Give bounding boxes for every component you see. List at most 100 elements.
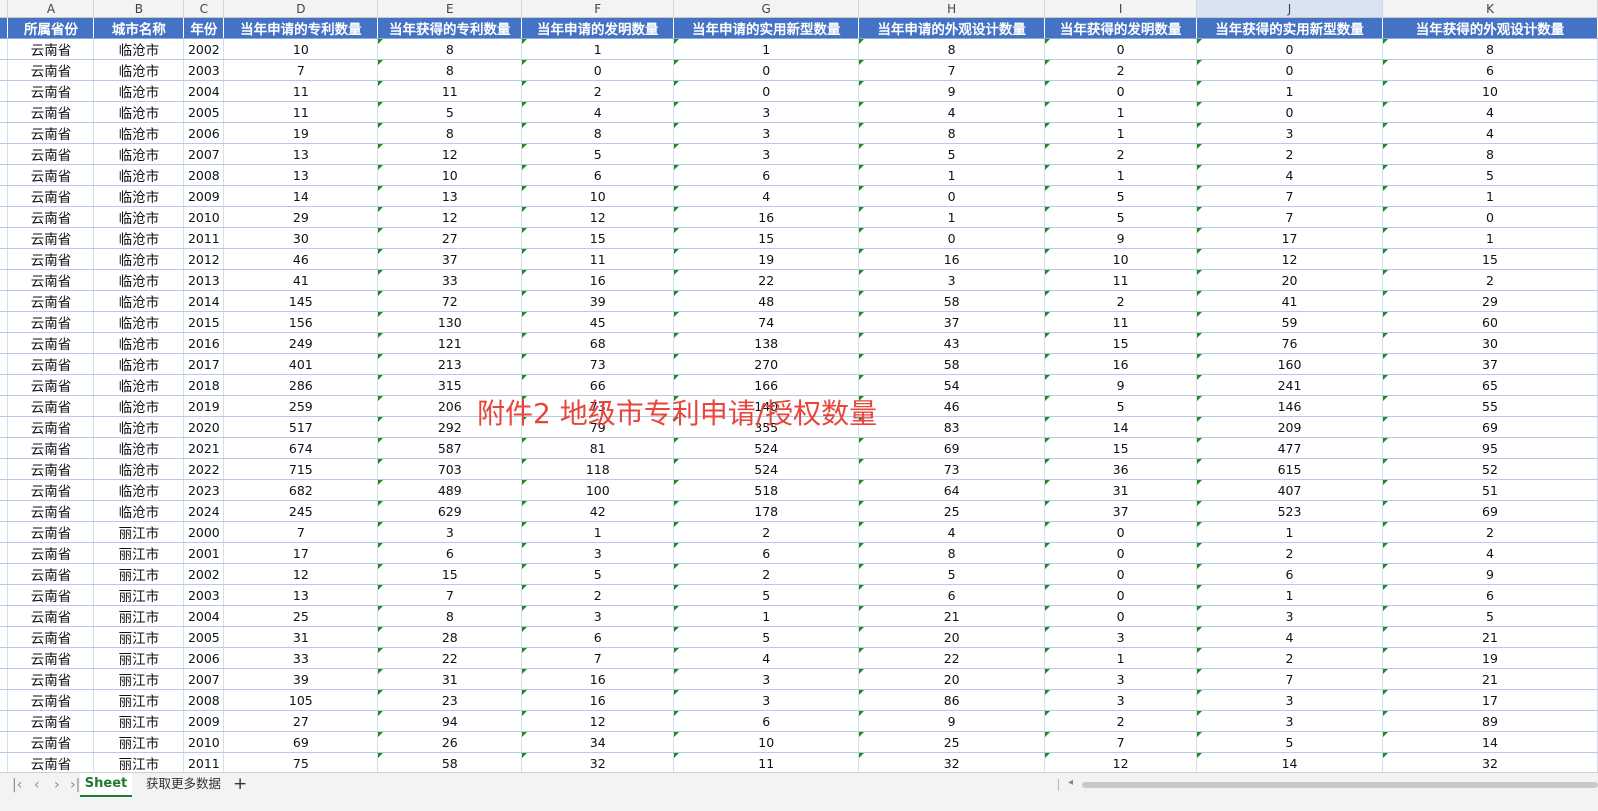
table-cell[interactable]: 489 [377,479,523,501]
select-all-corner[interactable] [0,0,9,18]
table-cell[interactable]: 83 [858,416,1046,438]
table-cell[interactable]: 0 [1044,584,1198,606]
table-cell[interactable]: 17 [1382,689,1598,711]
table-cell[interactable]: 临沧市 [93,269,185,291]
table-cell[interactable]: 云南省 [7,416,95,438]
table-cell[interactable]: 云南省 [7,395,95,417]
table-cell[interactable]: 2011 [183,227,225,249]
table-cell[interactable]: 云南省 [7,38,95,60]
table-cell[interactable]: 1 [1044,101,1198,123]
table-cell[interactable]: 12 [1044,752,1198,774]
table-cell[interactable]: 25 [223,605,379,627]
table-cell[interactable]: 2012 [183,248,225,270]
table-cell[interactable]: 41 [1196,290,1383,312]
table-cell[interactable]: 32 [1382,752,1598,774]
table-cell[interactable]: 2009 [183,185,225,207]
table-cell[interactable]: 0 [1196,38,1383,60]
table-cell[interactable]: 3 [1044,689,1198,711]
table-cell[interactable]: 16 [858,248,1046,270]
table-cell[interactable]: 7 [1196,185,1383,207]
table-cell[interactable]: 3 [858,269,1046,291]
table-cell[interactable]: 临沧市 [93,143,185,165]
table-cell[interactable]: 1 [1382,227,1598,249]
table-cell[interactable]: 95 [1382,437,1598,459]
table-cell[interactable]: 5 [673,626,860,648]
table-cell[interactable]: 4 [858,101,1046,123]
table-cell[interactable]: 20 [1196,269,1383,291]
table-cell[interactable]: 云南省 [7,80,95,102]
table-cell[interactable]: 丽江市 [93,647,185,669]
table-cell[interactable]: 37 [1382,353,1598,375]
first-sheet-icon[interactable]: |‹ [12,777,22,793]
table-cell[interactable]: 22 [377,647,523,669]
table-cell[interactable]: 云南省 [7,59,95,81]
table-cell[interactable]: 39 [223,668,379,690]
table-cell[interactable]: 12 [1196,248,1383,270]
table-cell[interactable]: 0 [858,185,1046,207]
table-cell[interactable]: 130 [377,311,523,333]
header-cell[interactable]: 当年获得的发明数量 [1044,17,1198,39]
table-cell[interactable]: 13 [223,143,379,165]
table-cell[interactable]: 云南省 [7,164,95,186]
table-cell[interactable]: 0 [1196,101,1383,123]
table-cell[interactable]: 14 [1382,731,1598,753]
table-cell[interactable]: 100 [521,479,675,501]
table-cell[interactable]: 37 [1044,500,1198,522]
table-cell[interactable]: 8 [858,542,1046,564]
table-cell[interactable]: 58 [858,353,1046,375]
table-cell[interactable]: 58 [377,752,523,774]
table-cell[interactable]: 19 [1382,647,1598,669]
column-header-a[interactable]: A [7,0,95,18]
table-cell[interactable]: 云南省 [7,437,95,459]
table-cell[interactable]: 407 [1196,479,1383,501]
prev-sheet-icon[interactable]: ‹ [34,777,40,793]
table-cell[interactable]: 8 [1382,143,1598,165]
table-cell[interactable]: 37 [858,311,1046,333]
table-cell[interactable]: 69 [1382,500,1598,522]
table-cell[interactable]: 241 [1196,374,1383,396]
table-cell[interactable]: 213 [377,353,523,375]
table-cell[interactable]: 临沧市 [93,416,185,438]
table-cell[interactable]: 156 [223,311,379,333]
table-cell[interactable]: 146 [1196,395,1383,417]
table-cell[interactable]: 118 [521,458,675,480]
table-cell[interactable]: 2003 [183,59,225,81]
scrollbar-thumb[interactable] [1082,782,1598,788]
table-cell[interactable]: 0 [1044,80,1198,102]
table-cell[interactable]: 6 [673,542,860,564]
table-cell[interactable]: 临沧市 [93,353,185,375]
table-cell[interactable]: 54 [858,374,1046,396]
table-cell[interactable]: 58 [858,290,1046,312]
column-header-g[interactable]: G [673,0,860,18]
table-cell[interactable]: 22 [673,269,860,291]
table-cell[interactable]: 0 [673,59,860,81]
table-cell[interactable]: 517 [223,416,379,438]
table-cell[interactable]: 2009 [183,710,225,732]
table-cell[interactable]: 云南省 [7,122,95,144]
table-cell[interactable]: 10 [223,38,379,60]
table-cell[interactable]: 6 [521,626,675,648]
table-cell[interactable]: 270 [673,353,860,375]
table-cell[interactable]: 10 [377,164,523,186]
table-cell[interactable]: 2001 [183,542,225,564]
table-cell[interactable]: 37 [377,248,523,270]
table-cell[interactable]: 4 [1382,542,1598,564]
table-cell[interactable]: 52 [1382,458,1598,480]
table-cell[interactable]: 703 [377,458,523,480]
table-cell[interactable]: 69 [223,731,379,753]
table-cell[interactable]: 17 [223,542,379,564]
table-cell[interactable]: 2020 [183,416,225,438]
table-cell[interactable]: 临沧市 [93,437,185,459]
table-cell[interactable]: 12 [521,710,675,732]
table-cell[interactable]: 477 [1196,437,1383,459]
table-cell[interactable]: 22 [858,647,1046,669]
table-cell[interactable]: 1 [1044,647,1198,669]
table-cell[interactable]: 0 [1044,521,1198,543]
table-cell[interactable]: 245 [223,500,379,522]
table-cell[interactable]: 12 [377,143,523,165]
column-header-k[interactable]: K [1382,0,1598,18]
table-cell[interactable]: 30 [1382,332,1598,354]
table-cell[interactable]: 2022 [183,458,225,480]
table-cell[interactable]: 26 [377,731,523,753]
table-cell[interactable]: 临沧市 [93,332,185,354]
